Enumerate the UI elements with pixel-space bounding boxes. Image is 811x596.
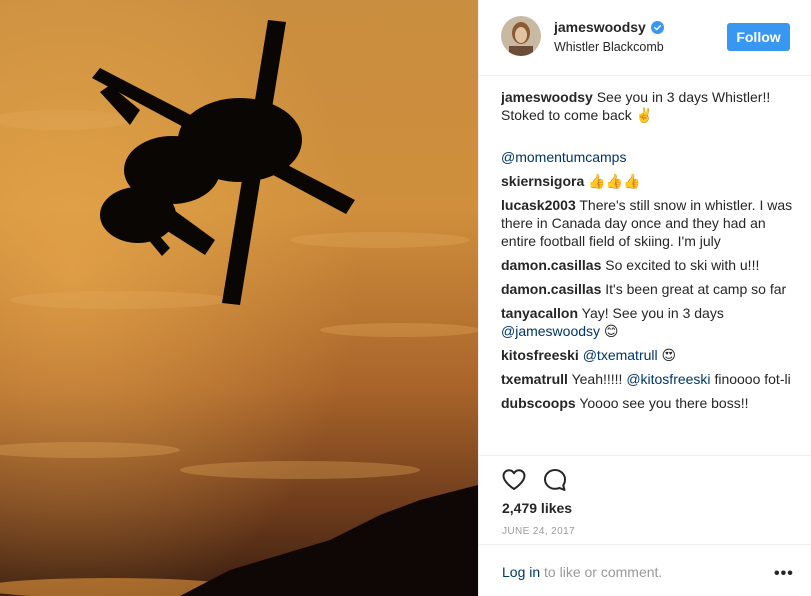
comment-text: Yay! See you in 3 days [581,305,724,321]
list-item: txematrull Yeah!!!!! @kitosfreeski finoo… [501,370,793,388]
comment-username[interactable]: tanyacallon [501,305,578,321]
verified-badge-icon [650,20,664,34]
list-item: dubscoops Yoooo see you there boss!! [501,394,793,412]
follow-button[interactable]: Follow [727,23,790,51]
comment-text: 😊 [603,323,619,339]
comment-text: So excited to ski with u!!! [605,257,760,273]
list-item: lucask2003 There's still snow in whistle… [501,196,793,250]
comment-username[interactable]: lucask2003 [501,197,576,213]
comment-username[interactable]: dubscoops [501,395,576,411]
heart-icon[interactable] [501,467,527,493]
list-item: @momentumcamps [501,148,793,166]
mention-link[interactable]: @momentumcamps [501,149,626,165]
comment-username[interactable]: kitosfreeski [501,347,579,363]
post-footer: Log in to like or comment. ••• [479,544,811,596]
list-item: skiernsigora 👍👍👍 [501,172,793,190]
post-header: jameswoodsy Whistler Blackcomb Follow [479,0,811,76]
comment-text: It's been great at camp so far [605,281,787,297]
list-item: damon.casillas So excited to ski with u!… [501,256,793,274]
comment-username[interactable]: jameswoodsy [501,89,593,105]
like-count[interactable]: 2,479 likes [502,500,572,516]
comment-text: 😍 [661,347,677,363]
comment-text: finoooo fot-li [714,371,791,387]
login-prompt: Log in to like or comment. [502,564,662,580]
location-link[interactable]: Whistler Blackcomb [554,40,664,54]
comment-username[interactable]: skiernsigora [501,173,584,189]
list-item: damon.casillas It's been great at camp s… [501,280,793,298]
comment-bubble-icon[interactable] [542,467,568,493]
login-prompt-text: to like or comment. [540,564,663,580]
post-actions: 2,479 likes JUNE 24, 2017 [479,455,811,549]
comment-text: Yeah!!!!! [571,371,623,387]
comment-username[interactable]: damon.casillas [501,257,601,273]
mention-link[interactable]: @jameswoodsy [501,323,600,339]
post-side-panel: jameswoodsy Whistler Blackcomb Follow ja… [478,0,811,596]
username-text[interactable]: jameswoodsy [554,19,646,35]
comment-username[interactable]: damon.casillas [501,281,601,297]
more-options-icon[interactable]: ••• [774,565,794,583]
list-item: tanyacallon Yay! See you in 3 days @jame… [501,304,793,340]
comments-list[interactable]: jameswoodsy See you in 3 days Whistler!!… [501,88,793,454]
caption: jameswoodsy See you in 3 days Whistler!!… [501,88,793,124]
comment-text: Yoooo see you there boss!! [579,395,749,411]
mention-link[interactable]: @txematrull [583,347,658,363]
post-date[interactable]: JUNE 24, 2017 [502,526,575,537]
list-item: kitosfreeski @txematrull 😍 [501,346,793,364]
avatar[interactable] [501,16,541,56]
post-photo[interactable] [0,0,478,596]
comment-text: 👍👍👍 [588,173,641,189]
mention-link[interactable]: @kitosfreeski [626,371,710,387]
comment-username[interactable]: txematrull [501,371,568,387]
login-link[interactable]: Log in [502,564,540,580]
post-username[interactable]: jameswoodsy [554,19,664,35]
